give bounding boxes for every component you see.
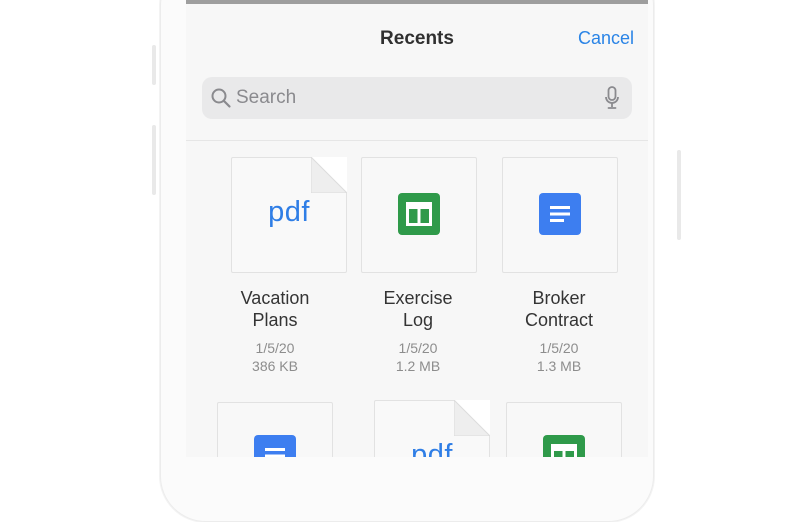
doc-glyph	[254, 435, 296, 457]
file-meta: 1/5/20 386 KB	[205, 339, 345, 375]
spreadsheet-icon	[361, 157, 477, 273]
power-button	[677, 150, 681, 240]
file-item-document[interactable]	[204, 402, 344, 457]
file-meta: 1/5/20 1.2 MB	[348, 339, 488, 375]
file-item-spreadsheet[interactable]	[493, 402, 633, 457]
page-fold-icon	[454, 400, 490, 436]
page-fold-icon	[311, 157, 347, 193]
pdf-label: pdf	[268, 196, 310, 228]
pdf-label: pdf	[411, 439, 453, 457]
file-size: 386 KB	[252, 358, 298, 374]
sheet-glyph	[543, 435, 585, 457]
volume-button	[152, 125, 156, 195]
file-item-pdf[interactable]: pdf	[348, 400, 490, 457]
sheet-glyph	[398, 193, 440, 235]
spreadsheet-icon	[506, 402, 622, 457]
file-size: 1.3 MB	[536, 358, 582, 374]
file-date: 1/5/20	[539, 340, 579, 356]
pdf-file-icon: pdf	[374, 400, 490, 457]
file-name: Broker Contract	[524, 288, 594, 330]
document-icon	[502, 157, 618, 273]
recent-files-grid: pdf Vacation Plans 1/5/20 386 KB Exercis…	[186, 0, 648, 457]
doc-glyph	[539, 193, 581, 235]
file-item-vacation-plans[interactable]: pdf Vacation Plans 1/5/20 386 KB	[205, 157, 347, 387]
file-date: 1/5/20	[255, 340, 295, 356]
file-date: 1/5/20	[398, 340, 438, 356]
document-icon	[217, 402, 333, 457]
file-name: Exercise Log	[383, 288, 453, 330]
silent-switch	[152, 45, 156, 85]
file-item-broker-contract[interactable]: Broker Contract 1/5/20 1.3 MB	[489, 157, 629, 387]
file-size: 1.2 MB	[395, 358, 441, 374]
file-item-exercise-log[interactable]: Exercise Log 1/5/20 1.2 MB	[348, 157, 488, 387]
file-name: Vacation Plans	[240, 288, 310, 330]
file-meta: 1/5/20 1.3 MB	[489, 339, 629, 375]
pdf-file-icon: pdf	[231, 157, 347, 273]
document-picker-screen: Recents Cancel pdf	[186, 0, 648, 457]
